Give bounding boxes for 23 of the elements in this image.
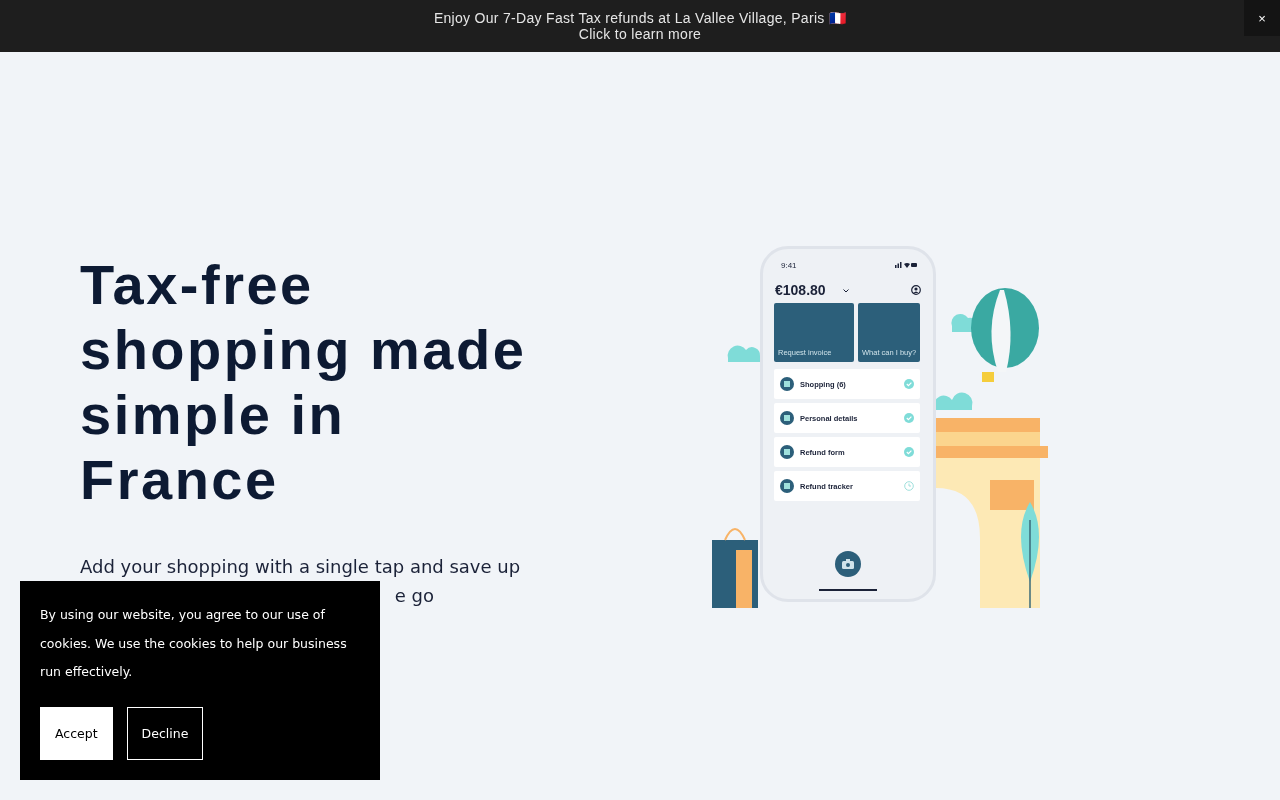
- camera-button[interactable]: [835, 551, 861, 577]
- caret-icon: [843, 289, 849, 293]
- cookie-text: By using our website, you agree to our use of cookies. We use the cookies to help our business run effectively.: [40, 606, 348, 681]
- announcement-text: Enjoy Our 7-Day Fast Tax refunds at La Vallee Village, Paris 🇫🇷: [433, 10, 847, 26]
- camera-icon: [842, 559, 854, 569]
- user-icon: [911, 285, 921, 295]
- row-icon: [780, 479, 794, 493]
- close-button[interactable]: ×: [1244, 0, 1280, 36]
- status-icons-icon: [895, 262, 917, 268]
- row-icon: [780, 411, 794, 425]
- learn-more-link[interactable]: Click to learn more: [578, 26, 702, 42]
- row-icon: [780, 445, 794, 459]
- hero-subtitle: Add your shopping with a single tap and save up: [80, 556, 521, 577]
- hero-title: Tax-free shopping made simple in France: [80, 252, 528, 512]
- hero-subtitle-fragment: e go: [394, 584, 435, 608]
- home-indicator: [819, 589, 877, 591]
- decline-button[interactable]: Decline: [126, 706, 204, 760]
- row-icon: [780, 377, 794, 391]
- announcement-bar[interactable]: Enjoy Our 7-Day Fast Tax refunds at La Vallee Village, Paris 🇫🇷 Click to learn more ×: [0, 0, 1280, 52]
- balance-amount: €108.80: [775, 282, 826, 298]
- status-time: 9:41: [781, 261, 797, 270]
- accept-button[interactable]: Accept: [40, 706, 113, 760]
- cloud-drawing: [933, 392, 973, 410]
